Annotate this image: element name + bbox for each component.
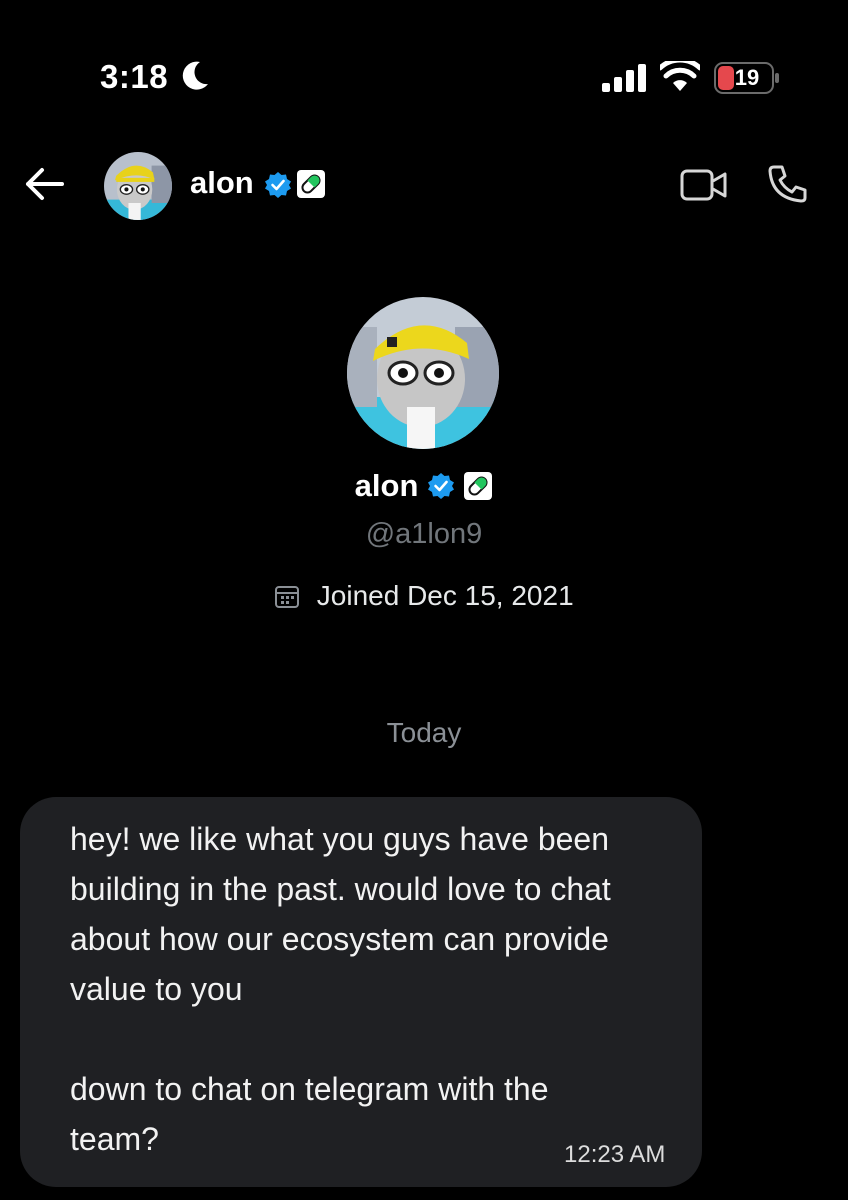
status-time: 3:18 [100, 58, 169, 95]
joined-date: Joined Dec 15, 2021 [316, 580, 574, 611]
moon-icon [182, 61, 208, 90]
avatar-image [104, 152, 172, 220]
message-timestamp: 12:23 AM [564, 1141, 666, 1168]
pill-badge-icon [464, 472, 493, 500]
cellular-signal-icon [602, 64, 646, 92]
profile-handle: @a1lon9 [365, 518, 483, 550]
wifi-icon [660, 61, 700, 91]
message-line: about how our ecosystem can provide [70, 921, 609, 957]
back-arrow-icon[interactable] [22, 164, 66, 204]
message-line: down to chat on telegram with the [70, 1071, 549, 1107]
message-line: building in the past. would love to chat [70, 871, 611, 907]
message-line: hey! we like what you guys have been [70, 821, 609, 857]
message-line: team? [70, 1121, 159, 1157]
profile-name-row: alon [0, 468, 848, 504]
header-avatar[interactable] [104, 152, 172, 220]
verified-badge-icon [265, 172, 291, 198]
avatar-image [347, 297, 499, 449]
video-call-icon[interactable] [680, 166, 728, 204]
joined-row: Joined Dec 15, 2021 [0, 580, 848, 612]
profile-avatar[interactable] [347, 297, 499, 449]
message-line: value to you [70, 971, 243, 1007]
profile-name: alon [354, 468, 419, 503]
battery-percentage: 19 [734, 65, 760, 90]
verified-badge-icon [427, 473, 454, 499]
header-name[interactable]: alon [190, 165, 254, 201]
phone-call-icon[interactable] [766, 164, 810, 204]
message-bubble[interactable]: hey! we like what you guys have been bui… [20, 797, 702, 1187]
pill-badge-icon [297, 170, 325, 198]
calendar-icon [275, 586, 300, 608]
date-divider: Today [386, 717, 462, 748]
